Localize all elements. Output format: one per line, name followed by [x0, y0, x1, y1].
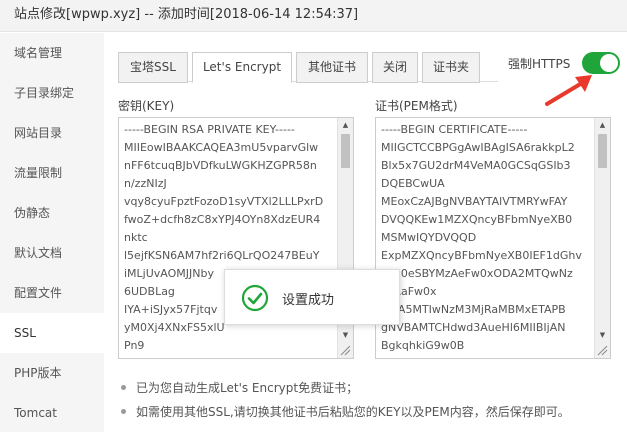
list-item: 已为您自动生成Let's Encrypt免费证书； — [118, 379, 618, 403]
toggle-knob — [600, 54, 618, 72]
tips-list: 已为您自动生成Let's Encrypt免费证书； 如需使用其他SSL,请切换其… — [118, 379, 618, 427]
ssl-tabs: 宝塔SSL Let's Encrypt 其他证书 关闭 证书夹 — [118, 52, 498, 83]
bullet-icon — [121, 385, 126, 390]
tab-other-cert[interactable]: 其他证书 — [296, 52, 368, 83]
red-arrow-icon — [545, 75, 592, 106]
bullet-icon — [121, 409, 126, 414]
sidebar: 域名管理 子目录绑定 网站目录 流量限制 伪静态 默认文档 配置文件 SSL P… — [0, 33, 104, 432]
tip-text: 已为您自动生成Let's Encrypt免费证书； — [136, 381, 359, 395]
tab-close[interactable]: 关闭 — [372, 52, 418, 83]
cert-scrollbar[interactable]: ▲ ▼ — [594, 118, 610, 358]
cert-textarea[interactable]: -----BEGIN CERTIFICATE----- MIIGCTCCBPGg… — [375, 117, 611, 359]
success-toast: 设置成功 — [224, 269, 400, 325]
sidebar-item-default-doc[interactable]: 默认文档 — [0, 233, 104, 273]
toast-message: 设置成功 — [282, 293, 335, 308]
sidebar-item-rewrite[interactable]: 伪静态 — [0, 193, 104, 233]
cert-text-content: -----BEGIN CERTIFICATE----- MIIGCTCCBPGg… — [381, 123, 582, 352]
sidebar-item-tomcat[interactable]: Tomcat — [0, 393, 104, 432]
tab-cert-folder[interactable]: 证书夹 — [422, 52, 480, 83]
check-circle-icon — [241, 284, 269, 312]
tab-bt-ssl[interactable]: 宝塔SSL — [118, 52, 188, 83]
main-panel: 宝塔SSL Let's Encrypt 其他证书 关闭 证书夹 强制HTTPS … — [104, 33, 627, 432]
window-title: 站点修改[wpwp.xyz] -- 添加时间[2018-06-14 12:54:… — [0, 0, 627, 32]
scroll-up-icon[interactable]: ▲ — [595, 118, 610, 132]
sidebar-item-ssl[interactable]: SSL — [0, 313, 104, 353]
list-item: 如需使用其他SSL,请切换其他证书后粘贴您的KEY以及PEM内容，然后保存即可。 — [118, 403, 618, 427]
sidebar-item-subdir-binding[interactable]: 子目录绑定 — [0, 73, 104, 113]
sidebar-item-config-file[interactable]: 配置文件 — [0, 273, 104, 313]
scroll-down-icon[interactable]: ▼ — [338, 328, 353, 342]
sidebar-item-php-version[interactable]: PHP版本 — [0, 353, 104, 393]
force-https-label: 强制HTTPS — [508, 57, 571, 71]
scroll-thumb[interactable] — [598, 134, 607, 168]
resize-grip-icon[interactable] — [338, 343, 352, 357]
cert-field-label: 证书(PEM格式) — [375, 99, 458, 113]
key-field-label: 密钥(KEY) — [118, 99, 175, 113]
sidebar-item-traffic-limit[interactable]: 流量限制 — [0, 153, 104, 193]
sidebar-item-site-directory[interactable]: 网站目录 — [0, 113, 104, 153]
resize-grip-icon[interactable] — [595, 343, 609, 357]
scroll-down-icon[interactable]: ▼ — [595, 328, 610, 342]
tab-lets-encrypt[interactable]: Let's Encrypt — [192, 52, 292, 83]
scroll-up-icon[interactable]: ▲ — [338, 118, 353, 132]
scroll-thumb[interactable] — [341, 134, 350, 168]
sidebar-item-domain[interactable]: 域名管理 — [0, 33, 104, 73]
tip-text: 如需使用其他SSL,请切换其他证书后粘贴您的KEY以及PEM内容，然后保存即可。 — [136, 405, 570, 419]
